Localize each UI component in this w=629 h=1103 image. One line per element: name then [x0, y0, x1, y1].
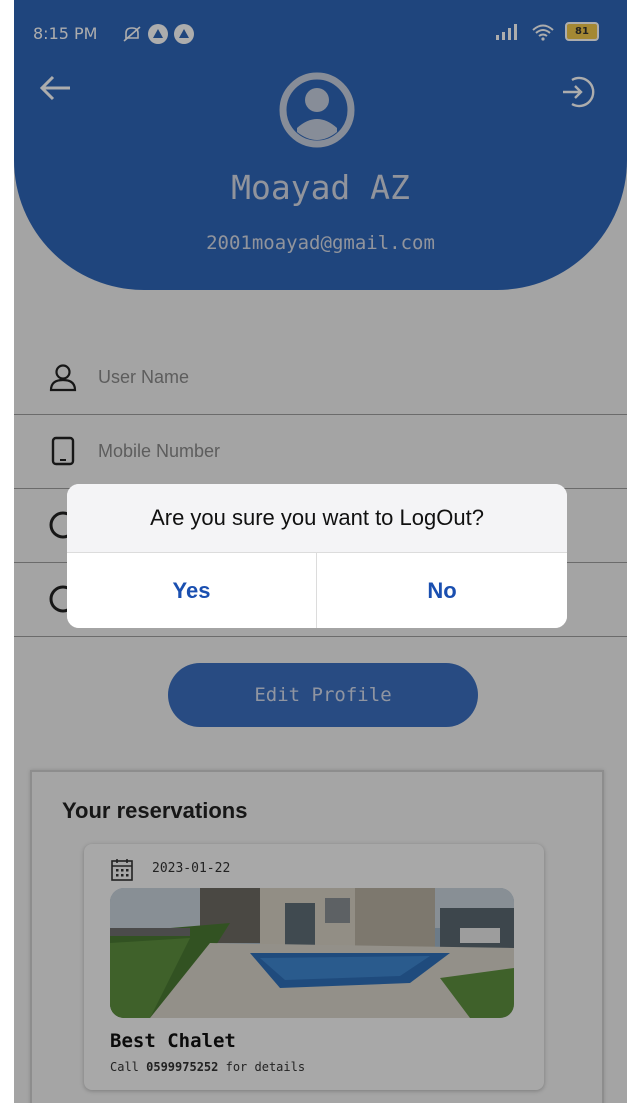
logout-dialog: Are you sure you want to LogOut? Yes No: [67, 484, 567, 628]
logout-no-button[interactable]: No: [317, 553, 567, 628]
logout-yes-button[interactable]: Yes: [67, 553, 317, 628]
profile-screen: 8:15 PM 81 Moayad AZ 2001moayad@gmail.co…: [14, 0, 627, 1103]
logout-dialog-message: Are you sure you want to LogOut?: [67, 484, 567, 553]
